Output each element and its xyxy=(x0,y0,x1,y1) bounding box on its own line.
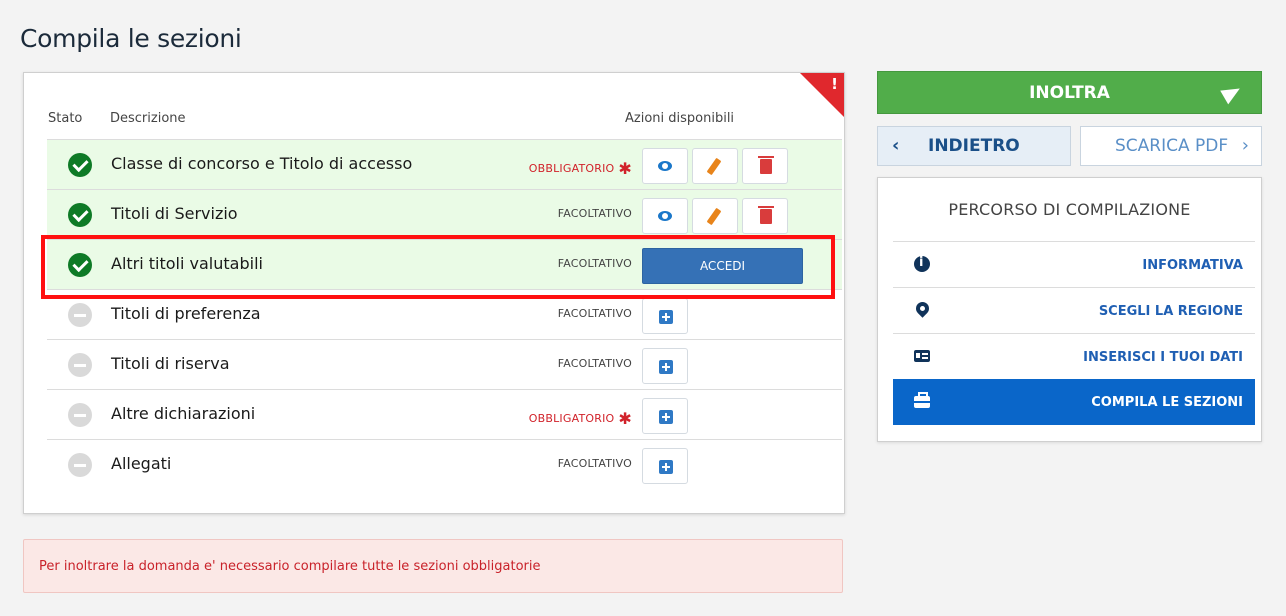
path-item-sezioni[interactable]: COMPILA LE SEZIONI xyxy=(893,379,1255,425)
edit-button[interactable] xyxy=(692,148,738,184)
edit-button[interactable] xyxy=(692,198,738,234)
path-item-label: SCEGLI LA REGIONE xyxy=(1098,304,1243,319)
table-row: Classe di concorso e Titolo di accesso O… xyxy=(47,139,842,189)
pencil-icon xyxy=(706,157,722,176)
path-item-dati[interactable]: INSERISCI I TUOI DATI xyxy=(893,333,1255,379)
delete-button[interactable] xyxy=(742,198,788,234)
section-label: Classe di concorso e Titolo di accesso xyxy=(111,154,413,173)
alert-message: Per inoltrare la domanda e' necessario c… xyxy=(23,539,843,593)
minus-circle-icon xyxy=(68,353,92,377)
chevron-left-icon: ‹ xyxy=(892,135,900,156)
asterisk-icon: ✱ xyxy=(618,159,632,178)
requirement-badge: FACOLTATIVO xyxy=(557,357,632,370)
page-title: Compila le sezioni xyxy=(20,24,242,53)
eye-icon xyxy=(658,161,672,171)
path-item-informativa[interactable]: INFORMATIVA xyxy=(893,241,1255,287)
requirement-badge: FACOLTATIVO xyxy=(557,257,632,270)
download-pdf-button[interactable]: SCARICA PDF › xyxy=(1080,126,1262,166)
section-label: Altri titoli valutabili xyxy=(111,254,263,273)
add-button[interactable] xyxy=(642,348,688,384)
section-label: Titoli di riserva xyxy=(111,354,230,373)
sections-table: Classe di concorso e Titolo di accesso O… xyxy=(47,139,842,489)
plus-square-icon xyxy=(659,310,673,324)
accedi-button[interactable]: ACCEDI xyxy=(642,248,803,284)
plus-square-icon xyxy=(659,460,673,474)
section-label: Titoli di Servizio xyxy=(111,204,238,223)
header-descrizione: Descrizione xyxy=(110,111,186,126)
path-item-label: INSERISCI I TUOI DATI xyxy=(1083,350,1243,365)
table-row: Altre dichiarazioni OBBLIGATORIO ✱ xyxy=(47,389,842,439)
header-stato: Stato xyxy=(48,111,83,126)
inoltra-label: INOLTRA xyxy=(1029,82,1110,103)
requirement-badge: FACOLTATIVO xyxy=(557,307,632,320)
section-label: Allegati xyxy=(111,454,172,473)
add-button[interactable] xyxy=(642,298,688,334)
plus-square-icon xyxy=(659,410,673,424)
table-header: Stato Descrizione Azioni disponibili xyxy=(24,111,844,139)
map-pin-icon xyxy=(913,299,932,318)
chevron-right-icon: › xyxy=(1241,135,1249,156)
check-circle-icon xyxy=(68,153,92,177)
path-list: INFORMATIVA SCEGLI LA REGIONE INSERISCI … xyxy=(893,241,1255,425)
table-row: Titoli di riserva FACOLTATIVO xyxy=(47,339,842,389)
path-item-label: COMPILA LE SEZIONI xyxy=(1091,395,1243,410)
minus-circle-icon xyxy=(68,453,92,477)
eye-icon xyxy=(658,211,672,221)
requirement-badge: FACOLTATIVO xyxy=(557,457,632,470)
add-button[interactable] xyxy=(642,448,688,484)
pencil-icon xyxy=(706,207,722,226)
requirement-badge: FACOLTATIVO xyxy=(557,207,632,220)
table-row: Altri titoli valutabili FACOLTATIVO ACCE… xyxy=(47,239,842,289)
plus-square-icon xyxy=(659,360,673,374)
exclamation-icon: ! xyxy=(831,75,838,93)
inoltra-button[interactable]: INOLTRA xyxy=(877,71,1262,114)
compilation-path: PERCORSO DI COMPILAZIONE INFORMATIVA SCE… xyxy=(877,177,1262,442)
minus-circle-icon xyxy=(68,403,92,427)
check-circle-icon xyxy=(68,253,92,277)
trash-icon xyxy=(758,206,774,224)
view-button[interactable] xyxy=(642,198,688,234)
path-item-regione[interactable]: SCEGLI LA REGIONE xyxy=(893,287,1255,333)
back-label: INDIETRO xyxy=(928,136,1020,156)
add-button[interactable] xyxy=(642,398,688,434)
table-row: Allegati FACOLTATIVO xyxy=(47,439,842,489)
requirement-badge: OBBLIGATORIO ✱ xyxy=(528,159,632,178)
sections-card: ! Stato Descrizione Azioni disponibili C… xyxy=(23,72,845,514)
path-item-label: INFORMATIVA xyxy=(1142,258,1243,273)
view-button[interactable] xyxy=(642,148,688,184)
delete-button[interactable] xyxy=(742,148,788,184)
briefcase-icon xyxy=(914,392,930,408)
check-circle-icon xyxy=(68,203,92,227)
pdf-label: SCARICA PDF xyxy=(1115,136,1229,156)
path-title: PERCORSO DI COMPILAZIONE xyxy=(948,200,1191,219)
info-icon xyxy=(914,255,930,272)
requirement-badge: OBBLIGATORIO ✱ xyxy=(528,409,632,428)
header-azioni: Azioni disponibili xyxy=(625,111,735,126)
asterisk-icon: ✱ xyxy=(618,409,632,428)
id-card-icon xyxy=(914,350,930,362)
minus-circle-icon xyxy=(68,303,92,327)
table-row: Titoli di Servizio FACOLTATIVO xyxy=(47,189,842,239)
section-label: Altre dichiarazioni xyxy=(111,404,256,423)
table-row: Titoli di preferenza FACOLTATIVO xyxy=(47,289,842,339)
section-label: Titoli di preferenza xyxy=(111,304,261,323)
trash-icon xyxy=(758,156,774,174)
back-button[interactable]: ‹ INDIETRO xyxy=(877,126,1071,166)
paper-plane-icon xyxy=(1220,81,1244,105)
